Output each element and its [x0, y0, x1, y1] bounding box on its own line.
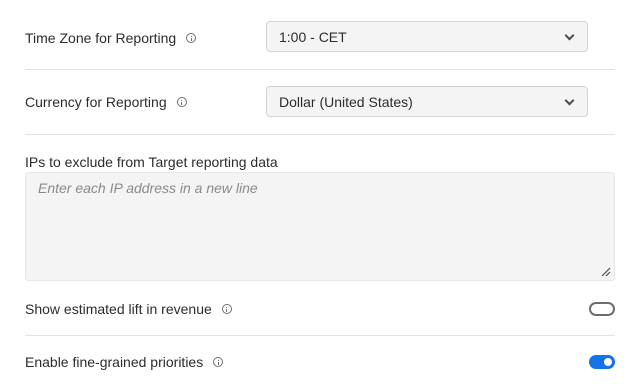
lift-revenue-label-group: Show estimated lift in revenue [25, 300, 232, 318]
chevron-down-icon [564, 30, 575, 41]
resize-handle-icon[interactable] [601, 267, 611, 277]
info-icon[interactable] [221, 304, 232, 314]
fine-grained-label-group: Enable fine-grained priorities [25, 353, 224, 371]
divider [25, 335, 615, 336]
toggle-knob [592, 305, 600, 313]
currency-select[interactable]: Dollar (United States) [266, 86, 588, 117]
fine-grained-toggle[interactable] [589, 355, 615, 369]
timezone-label: Time Zone for Reporting [25, 30, 177, 46]
reporting-settings-panel: Time Zone for Reporting 1:00 - CET Curre… [0, 0, 630, 392]
timezone-select[interactable]: 1:00 - CET [266, 21, 588, 52]
divider [25, 134, 615, 135]
lift-revenue-toggle[interactable] [589, 302, 615, 316]
ip-exclude-label-group: IPs to exclude from Target reporting dat… [25, 153, 278, 171]
currency-label-group: Currency for Reporting [25, 93, 187, 111]
timezone-value: 1:00 - CET [279, 28, 347, 45]
currency-label: Currency for Reporting [25, 94, 167, 110]
info-icon[interactable] [213, 357, 224, 367]
toggle-knob [603, 357, 613, 367]
divider [25, 69, 615, 70]
ip-exclude-placeholder: Enter each IP address in a new line [38, 180, 258, 196]
timezone-label-group: Time Zone for Reporting [25, 29, 197, 47]
ip-exclude-label: IPs to exclude from Target reporting dat… [25, 154, 278, 170]
currency-value: Dollar (United States) [279, 93, 413, 110]
fine-grained-label: Enable fine-grained priorities [25, 354, 204, 370]
chevron-down-icon [564, 95, 575, 106]
info-icon[interactable] [186, 33, 197, 43]
lift-revenue-label: Show estimated lift in revenue [25, 301, 212, 317]
ip-exclude-textarea[interactable]: Enter each IP address in a new line [25, 172, 615, 281]
info-icon[interactable] [176, 97, 187, 107]
